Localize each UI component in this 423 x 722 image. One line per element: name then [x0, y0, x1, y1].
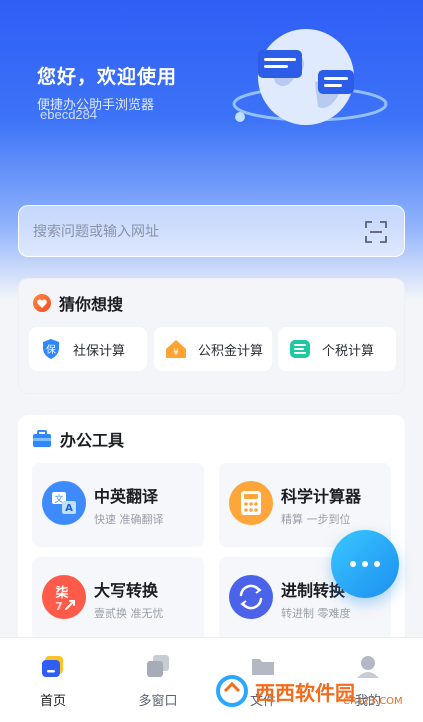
more-dots-icon [374, 561, 380, 567]
search-bar[interactable]: 搜索问题或输入网址 [18, 205, 405, 257]
more-fab-button[interactable] [331, 530, 399, 598]
watermark-text: ebecd284 [40, 107, 98, 122]
guess-item-label: 个税计算 [322, 343, 375, 359]
guess-search-title: 猜你想搜 [59, 295, 124, 314]
greeting-title: 您好，欢迎使用 [37, 66, 178, 88]
site-watermark-logo: 西西软件园 CR173.COM [215, 668, 415, 714]
watermark-logo-text: 西西软件园 [255, 680, 355, 705]
tab-label: 首页 [39, 694, 66, 709]
guess-item-social-security[interactable]: 保 社保计算 [29, 327, 147, 371]
watermark-logo-url: CR173.COM [343, 696, 403, 707]
watermark-logo-icon [216, 675, 248, 707]
more-dots-icon [350, 561, 356, 567]
svg-text:7: 7 [55, 600, 63, 613]
base-convert-icon [229, 575, 273, 619]
globe-illustration-icon [232, 29, 388, 125]
tool-name: 大写转换 [94, 581, 159, 600]
tool-translate[interactable]: 文 A 中英翻译 快速 准确翻译 [32, 463, 204, 547]
guess-item-label: 社保计算 [73, 343, 126, 359]
tab-multi-window[interactable]: 多窗口 [118, 652, 198, 709]
guess-item-housing-fund[interactable]: ¥ 公积金计算 [154, 327, 272, 371]
guess-search-header: 猜你想搜 [33, 291, 123, 315]
tab-label: 多窗口 [138, 694, 178, 709]
tool-desc: 壹贰换 准无忧 [94, 607, 164, 620]
tool-desc: 转进制 零难度 [281, 607, 351, 620]
tool-name: 中英翻译 [94, 487, 159, 506]
svg-text:A: A [65, 503, 73, 514]
calculator-icon [229, 481, 273, 525]
tool-uppercase-convert[interactable]: 柒 7 大写转换 壹贰换 准无忧 [32, 557, 204, 641]
search-input[interactable]: 搜索问题或输入网址 [33, 221, 159, 241]
svg-text:¥: ¥ [173, 348, 179, 358]
briefcase-icon [33, 430, 51, 447]
guess-search-card: 猜你想搜 保 社保计算 ¥ 公积金计算 个税计算 [18, 278, 405, 394]
tool-desc: 精算 一步到位 [281, 513, 351, 526]
tool-desc: 快速 准确翻译 [94, 513, 164, 526]
office-tools-header: 办公工具 [32, 427, 124, 451]
office-tools-title: 办公工具 [60, 431, 125, 450]
tax-icon [290, 340, 310, 358]
home-icon [42, 656, 63, 677]
svg-text:柒: 柒 [54, 585, 69, 601]
tool-name: 科学计算器 [281, 487, 362, 506]
shield-icon: 保 [43, 339, 59, 359]
scan-icon[interactable] [364, 220, 388, 244]
translate-icon: 文 A [42, 481, 86, 525]
uppercase-convert-icon: 柒 7 [42, 575, 86, 619]
tab-home[interactable]: 首页 [13, 652, 93, 709]
heart-icon [33, 294, 51, 312]
more-dots-icon [362, 561, 368, 567]
guess-item-income-tax[interactable]: 个税计算 [278, 327, 396, 371]
svg-text:保: 保 [46, 343, 56, 356]
house-fund-icon: ¥ [166, 340, 186, 358]
guess-item-label: 公积金计算 [198, 343, 264, 359]
multi-window-icon [147, 655, 169, 677]
